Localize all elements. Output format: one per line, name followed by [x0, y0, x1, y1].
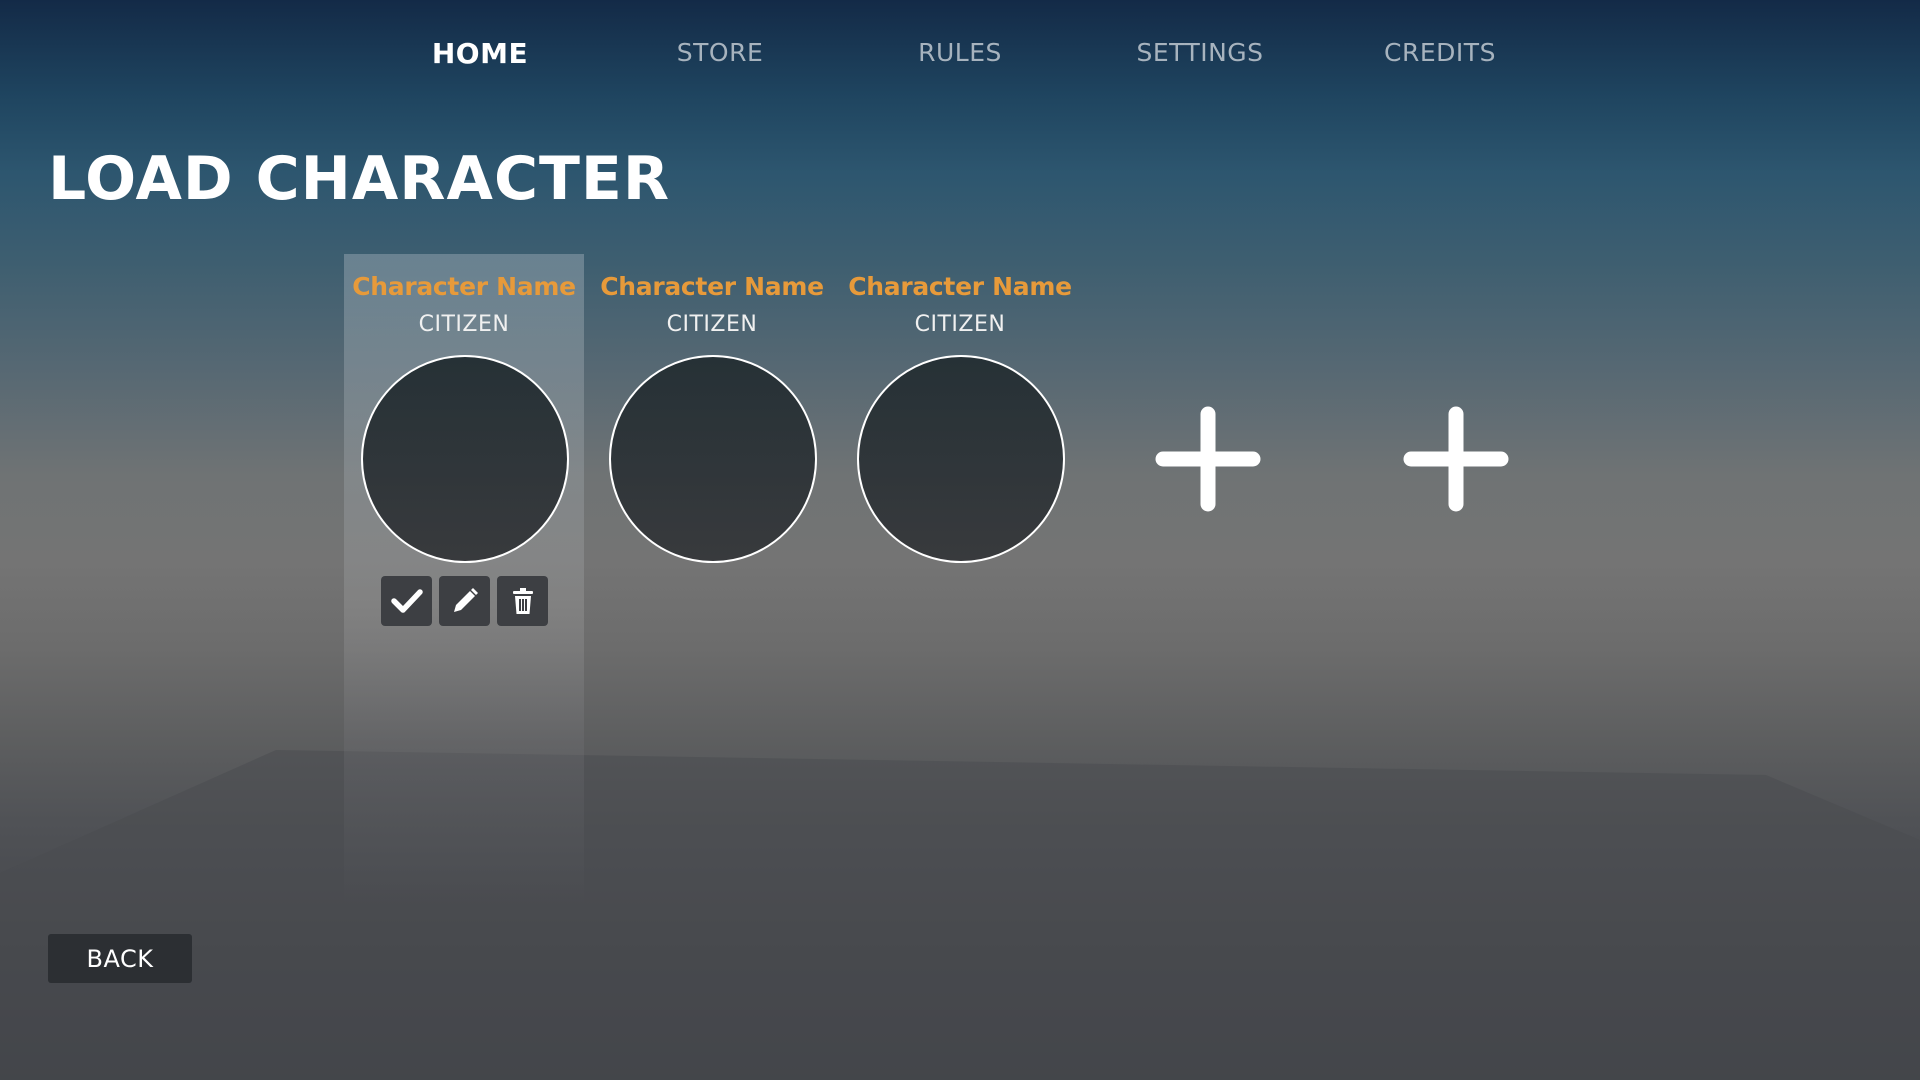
add-character-slot-1[interactable] [1153, 404, 1263, 514]
character-name: Character Name [352, 272, 576, 301]
pencil-icon [453, 588, 478, 612]
character-portrait[interactable] [361, 355, 569, 563]
character-slot-1[interactable]: Character Name CITIZEN [344, 254, 584, 654]
trash-icon [512, 588, 533, 614]
character-slot-2[interactable]: Character Name CITIZEN [592, 254, 832, 654]
nav-tab-credits[interactable]: CREDITS [1320, 38, 1560, 67]
delete-character-button[interactable] [497, 576, 548, 626]
add-character-slot-2[interactable] [1401, 404, 1511, 514]
character-class: CITIZEN [914, 312, 1006, 337]
character-name: Character Name [600, 272, 824, 301]
nav-tab-rules[interactable]: RULES [840, 38, 1080, 67]
select-character-button[interactable] [381, 576, 432, 626]
character-actions [381, 576, 548, 626]
plus-icon [1403, 406, 1509, 512]
nav-tab-store[interactable]: STORE [600, 38, 840, 67]
back-button[interactable]: BACK [48, 934, 192, 983]
character-name: Character Name [848, 272, 1072, 301]
character-portrait[interactable] [857, 355, 1065, 563]
character-class: CITIZEN [418, 312, 510, 337]
character-slot-3[interactable]: Character Name CITIZEN [840, 254, 1080, 654]
plus-icon [1155, 406, 1261, 512]
nav-tab-settings[interactable]: SETTINGS [1080, 38, 1320, 67]
character-class: CITIZEN [666, 312, 758, 337]
page-title: LOAD CHARACTER [48, 144, 671, 214]
checkmark-icon [390, 589, 423, 613]
character-portrait[interactable] [609, 355, 817, 563]
nav-tab-home[interactable]: HOME [360, 37, 600, 70]
top-navigation: HOME STORE RULES SETTINGS CREDITS [0, 0, 1920, 110]
edit-character-button[interactable] [439, 576, 490, 626]
